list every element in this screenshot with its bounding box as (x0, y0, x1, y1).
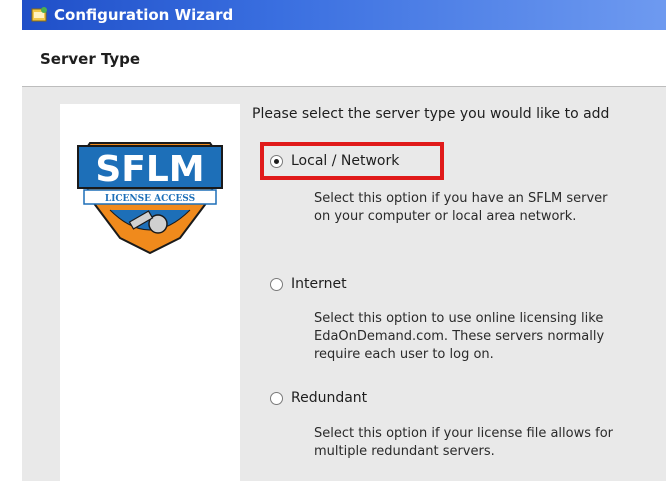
description-internet: Select this option to use online licensi… (314, 311, 605, 362)
sflm-logo: SFLM LICENSE ACCESS (77, 142, 223, 255)
wizard-app-icon (31, 7, 47, 22)
option-redundant[interactable]: Redundant (270, 390, 367, 406)
logo-panel: SFLM LICENSE ACCESS (60, 104, 240, 481)
page-title: Server Type (40, 50, 141, 68)
window-title: Configuration Wizard (54, 6, 234, 24)
radio-redundant[interactable] (270, 391, 283, 405)
option-label-redundant[interactable]: Redundant (291, 390, 367, 406)
prompt-text: Please select the server type you would … (252, 106, 610, 122)
highlight-box (260, 142, 444, 180)
logo-text: SFLM (95, 149, 204, 190)
option-internet[interactable]: Internet (270, 276, 347, 292)
description-local-network: Select this option if you have an SFLM s… (314, 191, 608, 224)
configuration-wizard-window: Configuration Wizard Server Type SFLM LI… (22, 0, 666, 481)
option-label-internet[interactable]: Internet (291, 276, 347, 292)
wizard-header: Server Type (22, 30, 666, 87)
logo-banner: LICENSE ACCESS (105, 194, 195, 204)
description-redundant: Select this option if your license file … (314, 426, 614, 459)
radio-internet[interactable] (270, 277, 283, 291)
title-bar[interactable]: Configuration Wizard (22, 0, 666, 30)
